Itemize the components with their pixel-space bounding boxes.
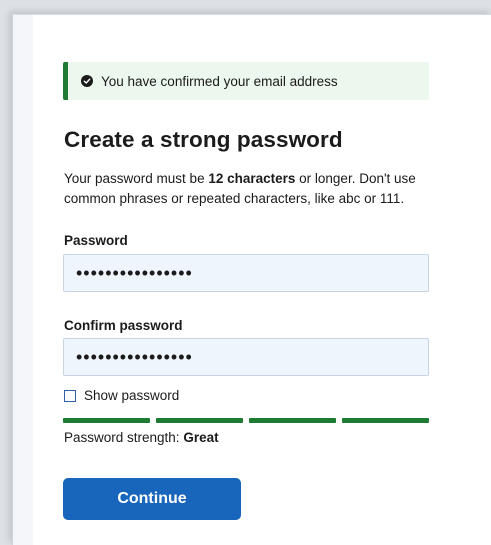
- confirm-password-label: Confirm password: [64, 318, 183, 333]
- password-strength-meter: [63, 418, 429, 423]
- show-password-checkbox[interactable]: [64, 389, 76, 402]
- password-field[interactable]: [63, 254, 429, 292]
- success-banner: You have confirmed your email address: [63, 62, 429, 100]
- requirements-emphasis: 12 characters: [208, 171, 296, 186]
- page-title: Create a strong password: [64, 127, 343, 152]
- requirements-text-start: Your password must be: [64, 171, 209, 186]
- check-circle-icon: [81, 75, 93, 87]
- password-requirements: Your password must be 12 characters or l…: [64, 169, 434, 209]
- show-password-label: Show password: [84, 388, 180, 403]
- strength-segment-4: [342, 418, 429, 423]
- confirm-password-field[interactable]: [63, 338, 429, 376]
- strength-segment-2: [156, 418, 243, 423]
- strength-segment-1: [63, 418, 150, 423]
- strength-label: Password strength:: [64, 430, 184, 445]
- strength-value: Great: [183, 430, 219, 445]
- password-strength-text: Password strength: Great: [64, 430, 219, 445]
- strength-segment-3: [249, 418, 336, 423]
- password-label: Password: [64, 233, 128, 248]
- page-frame: You have confirmed your email address Cr…: [12, 14, 491, 545]
- continue-button[interactable]: Continue: [63, 478, 241, 520]
- success-message: You have confirmed your email address: [101, 73, 338, 89]
- show-password-toggle[interactable]: Show password: [64, 388, 179, 403]
